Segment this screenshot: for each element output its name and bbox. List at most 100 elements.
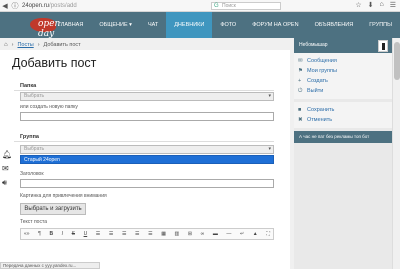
align-center-button[interactable]: ☰ [122,231,126,237]
breadcrumb: ⌂ › Посты › Добавить пост [4,40,290,50]
divider [14,90,274,91]
breadcrumb-separator: › [11,42,14,48]
download-icon[interactable]: ⬇ [368,1,374,9]
site-logo[interactable]: open day [0,12,60,39]
group-option-old24open[interactable]: Старый 24open [20,155,274,164]
post-text-label: Текст поста [20,219,47,225]
url-path: /posts/add [49,2,77,9]
home-icon[interactable]: ⌂ [379,1,383,9]
sidebar-item-create[interactable]: + Создать [294,76,392,86]
exit-icon: ⏻ [298,87,303,94]
save-button-label: Сохранить [307,107,335,113]
break-button[interactable]: ↵ [240,231,244,237]
groups-icon: ⚑ [298,68,303,74]
breadcrumb-separator: › [37,42,40,48]
save-icon: ■ [298,107,302,113]
plus-icon: + [298,78,302,84]
list-button[interactable]: ☰ [96,231,100,237]
group-select-value: Выбрать [24,146,45,152]
mail-icon: ✉ [298,58,303,64]
divider [14,141,274,142]
info-icon[interactable]: ⓘ [10,1,20,11]
paragraph-button[interactable]: ¶ [38,231,41,237]
cancel-icon: ✖ [298,117,303,123]
sidebar-actions: ■ Сохранить ✖ Отменить [294,102,392,128]
sidebar-item-label: Мои группы [307,68,337,74]
username[interactable]: Небомышар [299,42,328,48]
menu-item-chat[interactable]: Чат [140,12,166,38]
hr-button[interactable]: — [226,231,231,237]
menu-item-diaries[interactable]: Дневники [166,12,213,38]
sidebar-item-label: Выйти [307,88,324,94]
back-icon[interactable]: ◀ [0,2,10,10]
italic-button[interactable]: I [62,231,63,237]
heading-input[interactable] [20,179,274,188]
sidebar-menu: ✉ Сообщения ⚑ Мои группы + Создать ⏻ Выйти [294,53,392,99]
browser-search-input[interactable]: G Поиск [211,2,281,10]
strike-button[interactable]: S [72,231,75,237]
avatar[interactable] [378,40,388,52]
user-sidebar: Небомышар ✉ Сообщения ⚑ Мои группы + Создат… [294,38,392,269]
sound-icon[interactable]: 🔊︎ [2,178,12,188]
menu-item-photo[interactable]: Фото [212,12,244,38]
align-left-button[interactable]: ☰ [109,231,113,237]
search-placeholder: Поиск [222,3,236,9]
align-right-button[interactable]: ☰ [135,231,139,237]
upload-image-button[interactable]: Выбрать и загрузить [20,203,86,215]
quote-button[interactable]: «» [24,231,30,237]
cancel-button[interactable]: ✖ Отменить [294,115,392,125]
image-button[interactable]: ▦ [161,231,166,237]
table-button[interactable]: ⊞ [188,231,192,237]
group-select[interactable]: Выбрать ▾ [20,145,274,154]
main-menu: Главная Общение ▾ Чат Дневники Фото Фору… [50,12,400,38]
breadcrumb-link-posts[interactable]: Посты [17,42,33,48]
folder-select[interactable]: Выбрать ▾ [20,92,274,101]
link-button[interactable]: ∞ [201,231,205,237]
underline-button[interactable]: U [84,231,88,237]
folder-section-label: Папка [20,83,37,89]
page-scrollbar[interactable] [392,38,400,269]
block-button[interactable]: ▬ [213,231,218,237]
menu-item-communication[interactable]: Общение ▾ [91,12,140,38]
mail-icon[interactable]: ✉ [2,164,12,173]
folder-select-value: Выбрать [24,93,45,99]
scrollbar-thumb[interactable] [394,42,400,80]
new-folder-input[interactable] [20,112,274,121]
menu-item-forum[interactable]: Форум на Open [244,12,306,38]
save-button[interactable]: ■ Сохранить [294,105,392,115]
breadcrumb-current: Добавить пост [43,42,81,48]
folder-hint: или создать новую папку [20,104,78,110]
image-label: Картинка для привлечения внимания [20,193,107,199]
sidebar-item-label: Сообщения [307,58,337,64]
address-bar[interactable]: 24open.ru/posts/add [22,3,77,9]
home-icon[interactable]: ⌂ [4,42,8,48]
menu-item-ads[interactable]: Объявления [307,12,362,38]
site-header: open day Главная Общение ▾ Чат Дневники … [0,12,400,39]
promo-banner[interactable]: А час не пат без рекламы топ бот [294,131,392,143]
browser-status-bar: Передача данных с yyy.yandex.ru... [0,262,100,269]
fullscreen-button[interactable]: ⛶ [266,231,270,237]
sidebar-item-my-groups[interactable]: ⚑ Мои группы [294,66,392,76]
text-color-button[interactable]: ▲ [253,231,258,237]
bell-icon[interactable]: 🔔︎ [2,150,12,159]
video-button[interactable]: ▥ [175,231,180,237]
logo-text: open day [38,19,61,39]
sidebar-item-logout[interactable]: ⏻ Выйти [294,86,392,96]
bold-button[interactable]: B [49,231,53,237]
heading-label: Заголовок [20,171,44,177]
sidebar-header: Небомышар [294,38,392,53]
chevron-down-icon: ▾ [268,146,271,152]
page-title: Добавить пост [12,56,97,70]
menu-item-groups[interactable]: Группы [361,12,400,38]
star-icon[interactable]: ☆ [355,1,361,9]
cancel-button-label: Отменить [307,117,333,123]
menu-icon[interactable]: ☰ [390,1,396,9]
url-host: 24open.ru [22,2,50,9]
group-section-label: Группа [20,134,39,140]
chevron-down-icon: ▾ [268,93,271,99]
sidebar-item-messages[interactable]: ✉ Сообщения [294,56,392,66]
align-justify-button[interactable]: ☰ [148,231,152,237]
floating-icons: 🔔︎ ✉ 🔊︎ [2,150,12,188]
editor-toolbar: «» ¶ B I S U ☰ ☰ ☰ ☰ ☰ ▦ ▥ ⊞ ∞ ▬ — ↵ ▲ ⛶ [20,228,274,240]
browser-toolbar: ◀ ⓘ 24open.ru/posts/add G Поиск ☆ ⬇ ⌂ ☰ [0,0,400,12]
